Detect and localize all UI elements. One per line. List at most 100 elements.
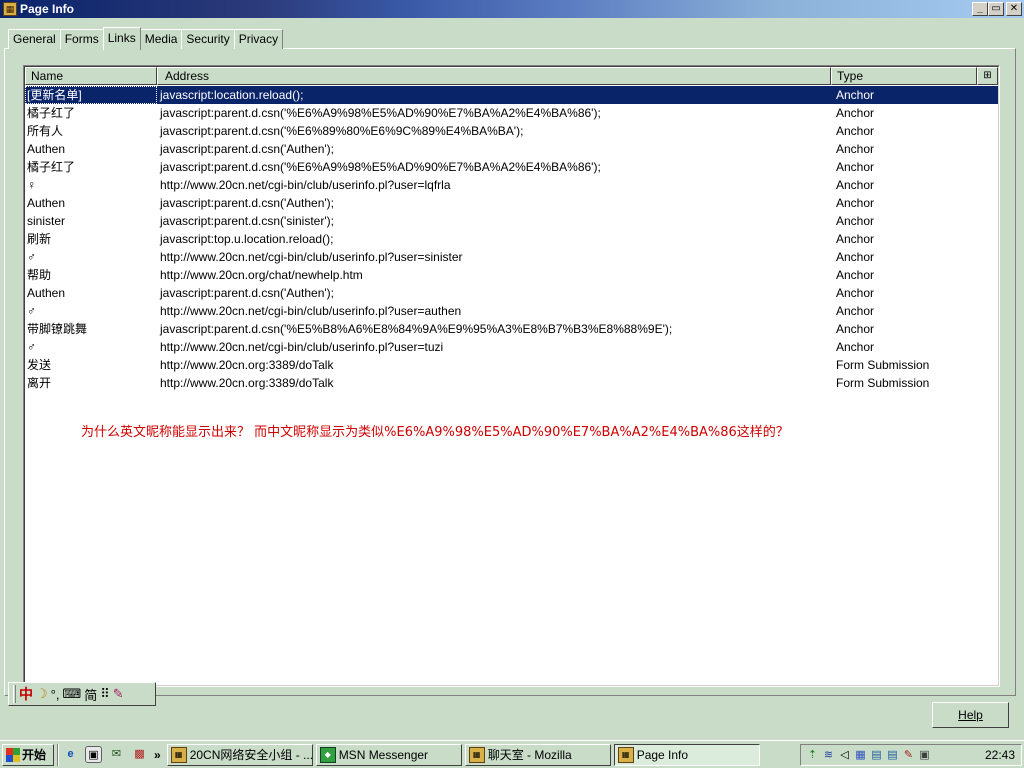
- mozilla-icon: ▦: [468, 746, 485, 763]
- table-row[interactable]: Authen javascript:parent.d.csn('Authen');…: [25, 194, 998, 212]
- ime-help-icon[interactable]: ✎: [113, 686, 124, 702]
- half-width-icon[interactable]: ☽: [36, 686, 48, 702]
- link-type: Anchor: [836, 340, 875, 354]
- link-address: javascript:parent.d.csn('Authen');: [160, 196, 334, 210]
- charset-icon[interactable]: 简: [84, 685, 97, 704]
- window-title: Page Info: [20, 2, 75, 16]
- network-arrow-icon[interactable]: ⇡: [805, 747, 820, 763]
- taskbar: 开始 e ▣ ✉ ▩ » ▦ 20CN网络安全小组 - ... ◆ MSN Me…: [0, 740, 1024, 768]
- link-address: javascript:parent.d.csn('Authen');: [160, 286, 334, 300]
- show-desktop-icon[interactable]: ▣: [85, 746, 102, 763]
- link-address: http://www.20cn.net/cgi-bin/club/userinf…: [160, 178, 451, 192]
- link-address: http://www.20cn.org:3389/doTalk: [160, 358, 334, 372]
- help-button[interactable]: Help: [932, 702, 1009, 728]
- task-label: 20CN网络安全小组 - ...: [189, 748, 313, 762]
- network-icon-2[interactable]: ▤: [885, 747, 900, 763]
- link-name: sinister: [27, 214, 66, 228]
- link-name: 橘子红了: [27, 160, 76, 174]
- links-list[interactable]: Name Address Type ⊞ [更新名单] javascript:loc…: [23, 65, 1000, 687]
- ime-toolbar: 中 ☽ °, ⌨ 简 ⠿ ✎: [8, 682, 156, 706]
- task-page-info[interactable]: ▦ Page Info: [613, 743, 760, 766]
- table-row[interactable]: 橘子红了 javascript:parent.d.csn('%E6%A9%98%E…: [25, 158, 998, 176]
- column-header-address[interactable]: Address: [157, 67, 831, 85]
- tab-forms[interactable]: Forms: [59, 29, 104, 49]
- link-type: Anchor: [836, 88, 875, 102]
- table-row[interactable]: [更新名单] javascript:location.reload(); Ancho…: [25, 86, 998, 104]
- close-button[interactable]: ✕: [1006, 2, 1022, 16]
- outlook-icon[interactable]: ✉: [108, 746, 125, 763]
- link-type: Anchor: [836, 268, 875, 282]
- table-row[interactable]: ♂ http://www.20cn.net/cgi-bin/club/userin…: [25, 248, 998, 266]
- table-row[interactable]: 离开 http://www.20cn.org:3389/doTalk Form Su…: [25, 374, 998, 392]
- link-name: ♂: [27, 250, 36, 264]
- task-chatroom[interactable]: ▦ 聊天室 - Mozilla: [464, 743, 611, 766]
- column-header-name[interactable]: Name: [25, 67, 157, 85]
- table-row[interactable]: 所有人 javascript:parent.d.csn('%E6%89%80%E6…: [25, 122, 998, 140]
- link-name: Authen: [27, 142, 66, 156]
- link-name: Authen: [27, 286, 66, 300]
- tab-general[interactable]: General: [8, 29, 61, 49]
- task-msn[interactable]: ◆ MSN Messenger: [315, 743, 462, 766]
- column-picker-icon[interactable]: ⊞: [977, 67, 998, 85]
- title-bar[interactable]: ▦ Page Info _ ▭ ✕: [0, 0, 1024, 18]
- table-row[interactable]: 帮助 http://www.20cn.org/chat/newhelp.htm An…: [25, 266, 998, 284]
- tray-app-icon[interactable]: ≋: [821, 747, 836, 763]
- minimize-button[interactable]: _: [972, 2, 988, 16]
- tray-tool-icon[interactable]: ✎: [901, 747, 916, 763]
- tab-media[interactable]: Media: [139, 29, 183, 49]
- task-label: Page Info: [636, 747, 689, 762]
- tray-monitor-icon[interactable]: ▣: [917, 747, 932, 763]
- table-row[interactable]: ♂ http://www.20cn.net/cgi-bin/club/userin…: [25, 302, 998, 320]
- link-address: http://www.20cn.org:3389/doTalk: [160, 376, 334, 390]
- table-row[interactable]: 带脚镣跳舞 javascript:parent.d.csn('%E5%B8%A6%…: [25, 320, 998, 338]
- link-name: 带脚镣跳舞: [27, 322, 88, 336]
- link-address: javascript:parent.d.csn('%E5%B8%A6%E8%84…: [160, 322, 673, 336]
- mozilla-icon: ▦: [170, 746, 187, 763]
- column-header-type[interactable]: Type: [831, 67, 977, 85]
- app-shortcut-icon[interactable]: ▩: [131, 746, 148, 763]
- link-type: Anchor: [836, 232, 875, 246]
- link-type: Anchor: [836, 178, 875, 192]
- link-name: ♀: [27, 178, 36, 192]
- task-20cn[interactable]: ▦ 20CN网络安全小组 - ...: [166, 743, 313, 766]
- quick-launch-more-icon[interactable]: »: [154, 748, 161, 762]
- link-type: Anchor: [836, 250, 875, 264]
- start-button[interactable]: 开始: [2, 743, 54, 766]
- volume-icon[interactable]: ◁: [837, 747, 852, 763]
- grid-app-icon[interactable]: ▦: [853, 747, 868, 763]
- punctuation-icon[interactable]: °,: [51, 687, 60, 702]
- quick-launch: e ▣ ✉ ▩: [62, 746, 148, 763]
- keyboard-icon[interactable]: ⌨: [62, 686, 81, 702]
- ie-icon[interactable]: e: [62, 746, 79, 763]
- link-name: 所有人: [27, 124, 64, 138]
- table-row[interactable]: sinister javascript:parent.d.csn('siniste…: [25, 212, 998, 230]
- link-address: http://www.20cn.net/cgi-bin/club/userinf…: [160, 340, 444, 354]
- table-row[interactable]: Authen javascript:parent.d.csn('Authen');…: [25, 140, 998, 158]
- link-name: 离开: [27, 376, 52, 390]
- link-address: http://www.20cn.net/cgi-bin/club/userinf…: [160, 304, 462, 318]
- tab-strip: General Forms Links Media Security Priva…: [8, 27, 284, 50]
- tab-links[interactable]: Links: [102, 27, 141, 50]
- table-row[interactable]: 刷新 javascript:top.u.location.reload(); Anc…: [25, 230, 998, 248]
- link-name: ♂: [27, 304, 36, 318]
- network-icon[interactable]: ▤: [869, 747, 884, 763]
- maximize-button[interactable]: ▭: [988, 2, 1004, 16]
- soft-keyboard-icon[interactable]: ⠿: [100, 686, 110, 702]
- table-row[interactable]: 发送 http://www.20cn.org:3389/doTalk Form Su…: [25, 356, 998, 374]
- ime-mode-icon[interactable]: 中: [19, 684, 33, 704]
- link-type: Anchor: [836, 322, 875, 336]
- msn-icon: ◆: [319, 746, 336, 763]
- table-row[interactable]: ♂ http://www.20cn.net/cgi-bin/club/userin…: [25, 338, 998, 356]
- task-label: MSN Messenger: [338, 747, 429, 762]
- system-tray: ⇡ ≋ ◁ ▦ ▤ ▤ ✎ ▣ 22:43: [800, 744, 1022, 766]
- link-type: Anchor: [836, 106, 875, 120]
- link-address: javascript:parent.d.csn('%E6%89%80%E6%9C…: [160, 124, 524, 138]
- ime-grip[interactable]: [13, 685, 16, 703]
- tab-security[interactable]: Security: [181, 29, 235, 49]
- table-row[interactable]: ♀ http://www.20cn.net/cgi-bin/club/userin…: [25, 176, 998, 194]
- tab-privacy[interactable]: Privacy: [233, 29, 284, 49]
- table-row[interactable]: Authen javascript:parent.d.csn('Authen');…: [25, 284, 998, 302]
- link-name: 帮助: [27, 268, 52, 282]
- table-row[interactable]: 橘子红了 javascript:parent.d.csn('%E6%A9%98%E…: [25, 104, 998, 122]
- list-rows: [更新名单] javascript:location.reload(); Ancho…: [25, 86, 998, 392]
